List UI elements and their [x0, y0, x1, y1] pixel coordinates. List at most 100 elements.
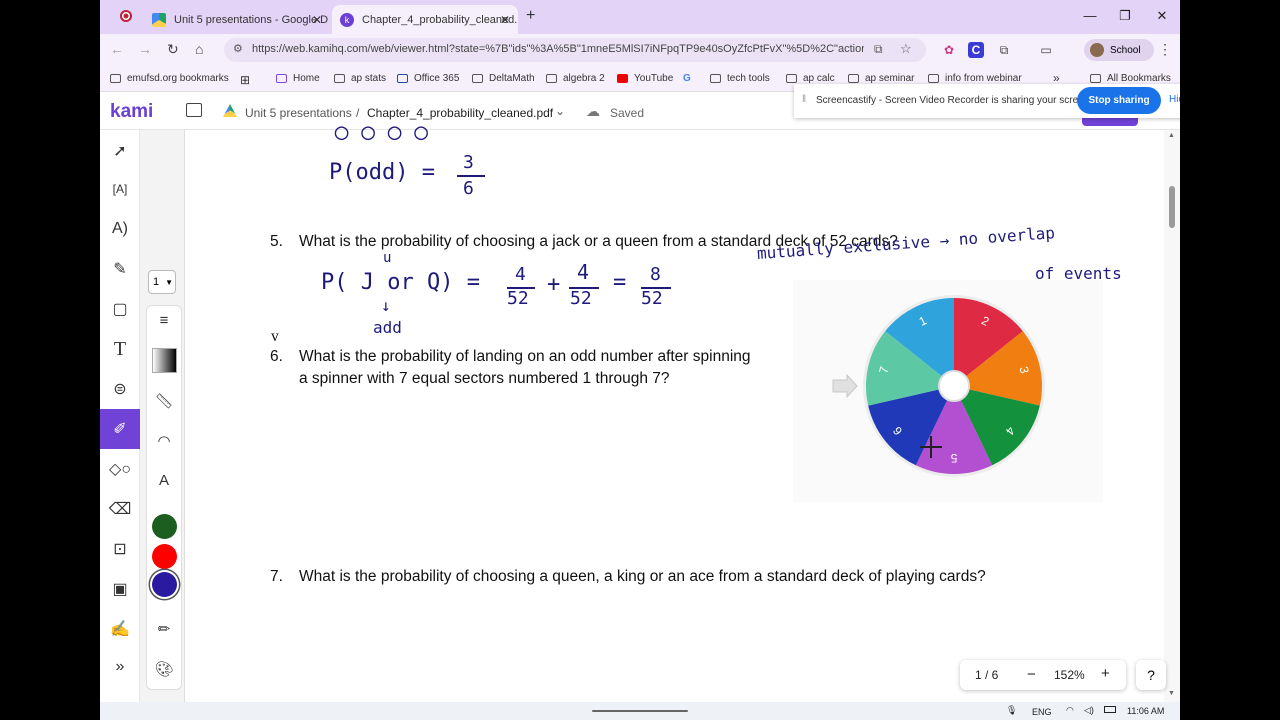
bookmark-emufsd[interactable]: emufsd.org bookmarks [110, 73, 229, 84]
home-icon[interactable]: ⌂ [195, 41, 203, 57]
handwriting-add: add [373, 318, 402, 337]
breadcrumb-folder[interactable]: Unit 5 presentations [245, 106, 352, 120]
equation-tool-icon[interactable]: ⊜ [100, 370, 140, 408]
close-tab-icon[interactable]: ✕ [312, 13, 322, 27]
screen-sharing-bar: ‖ Screencastify - Screen Video Recorder … [794, 84, 1180, 118]
read-aloud-tool-icon[interactable]: A) [100, 210, 140, 248]
fraction-3-numerator: 8 [650, 264, 661, 285]
volume-icon[interactable]: ◁) [1084, 705, 1094, 716]
tab-search-icon[interactable]: ▭ [1038, 42, 1054, 58]
spinner-svg: 1 234567 [832, 295, 1045, 477]
archive-icon[interactable] [186, 103, 202, 117]
highlighter-tool-icon[interactable]: ✎ [100, 250, 140, 288]
handwriting-p-j-or-q: P( J or Q) = [321, 270, 480, 295]
apps-grid-icon[interactable]: ⊞ [240, 73, 250, 87]
drag-handle-icon[interactable]: ‖ [802, 94, 806, 105]
deltamath-icon [472, 74, 483, 83]
zoom-out-button[interactable]: − [1027, 666, 1036, 683]
zoom-in-button[interactable]: + [1101, 665, 1110, 682]
stop-sharing-button[interactable]: Stop sharing [1077, 87, 1161, 114]
zoom-controls: 1 / 6 − 152% + [960, 660, 1126, 690]
select-tool-icon[interactable]: ➚ [100, 132, 140, 170]
expand-toolbar-icon[interactable]: » [100, 648, 140, 686]
dropdown-arrow-icon: ▼ [165, 278, 174, 287]
image-tool-icon[interactable]: ▣ [100, 570, 140, 608]
protractor-icon[interactable]: ◠ [147, 432, 181, 450]
chevron-down-icon[interactable]: ⌄ [555, 104, 565, 118]
site-info-icon[interactable]: ⚙ [233, 42, 243, 55]
bookmark-ap-stats[interactable]: ap stats [334, 73, 386, 84]
clock[interactable]: 11:06 AM [1127, 706, 1164, 716]
opacity-gradient-icon[interactable] [152, 348, 177, 373]
bookmark-algebra-2[interactable]: algebra 2 [546, 73, 605, 84]
extensions-puzzle-icon[interactable]: ⧉ [996, 42, 1012, 58]
bookmark-youtube[interactable]: YouTube [617, 73, 673, 84]
bookmark-tech-tools[interactable]: tech tools [710, 73, 770, 84]
scrollbar-thumb[interactable] [1169, 186, 1175, 228]
signature-tool-icon[interactable]: ✍ [100, 610, 140, 648]
profile-button[interactable]: School [1084, 39, 1154, 61]
pdf-page[interactable]: ◯ ◯ ◯ ◯ P(odd) = 3 6 5. What is the prob… [184, 120, 1164, 702]
reload-icon[interactable]: ↻ [167, 41, 179, 58]
spinner-image: 1234567 [793, 280, 1103, 502]
bookmark-ap-calc[interactable]: ap calc [786, 73, 835, 84]
bookmark-deltamath[interactable]: DeltaMath [472, 73, 535, 84]
bookmark-star-icon[interactable]: ☆ [900, 41, 912, 57]
new-tab-button[interactable]: + [526, 7, 535, 25]
extension-c-icon[interactable]: C [968, 42, 984, 58]
vertical-scrollbar[interactable]: ▲ ▼ [1164, 130, 1180, 702]
ruler-icon[interactable]: 📏︎ [147, 392, 181, 410]
address-bar[interactable]: ⚙ https://web.kamihq.com/web/viewer.html… [224, 38, 926, 62]
google-icon[interactable]: G [683, 73, 691, 84]
recording-icon[interactable] [120, 10, 132, 22]
lines-menu-icon[interactable]: ≡ [147, 312, 181, 329]
microphone-icon[interactable]: 🎙︎ [1006, 705, 1017, 716]
comment-tool-icon[interactable]: ▢ [100, 290, 140, 328]
pen-style-icon[interactable]: A [147, 472, 181, 489]
bookmark-info-webinar[interactable]: info from webinar [928, 73, 1022, 84]
red-color-swatch[interactable] [152, 544, 177, 569]
color-palette-icon[interactable]: 🎨︎ [147, 660, 181, 678]
kami-icon: k [340, 12, 354, 27]
green-color-swatch[interactable] [152, 514, 177, 539]
add-media-tool-icon[interactable]: ⊡ [100, 530, 140, 568]
scroll-up-icon[interactable]: ▲ [1168, 132, 1175, 139]
maximize-button[interactable]: ❐ [1115, 8, 1135, 24]
zoom-level[interactable]: 152% [1054, 668, 1085, 682]
tab-google-drive[interactable]: Unit 5 presentations - Google D ✕ [144, 5, 330, 34]
youtube-icon [617, 74, 628, 83]
file-name[interactable]: Chapter_4_probability_cleaned.pdf [367, 106, 553, 120]
language-indicator[interactable]: ENG [1032, 707, 1052, 717]
eraser-tool-icon[interactable]: ⌫ [100, 490, 140, 528]
tab-strip: Unit 5 presentations - Google D ✕ k Chap… [100, 0, 1180, 34]
bookmarks-overflow-icon[interactable]: » [1053, 71, 1060, 85]
forward-icon[interactable]: → [138, 41, 152, 57]
page-select[interactable]: 1 ▼ [148, 270, 176, 294]
drawing-tool-icon[interactable]: ✐ [100, 409, 140, 449]
scroll-down-icon[interactable]: ▼ [1168, 690, 1175, 697]
hide-button[interactable]: Hide [1169, 94, 1180, 105]
close-window-button[interactable]: ✕ [1152, 8, 1172, 24]
install-app-icon[interactable]: ⧉ [874, 42, 883, 57]
shapes-tool-icon[interactable]: ◇○ [100, 450, 140, 488]
back-icon[interactable]: ← [110, 41, 124, 57]
custom-pen-icon[interactable]: ✏ [147, 620, 181, 638]
minimize-button[interactable]: — [1080, 8, 1100, 23]
indigo-color-swatch[interactable] [152, 572, 177, 597]
bookmark-ap-seminar[interactable]: ap seminar [848, 73, 914, 84]
all-bookmarks[interactable]: All Bookmarks [1090, 73, 1171, 84]
help-button[interactable]: ? [1136, 660, 1166, 690]
screencastify-extension-icon[interactable]: ✿ [941, 42, 957, 58]
close-tab-icon[interactable]: ✕ [500, 13, 510, 27]
bookmark-home[interactable]: Home [276, 73, 320, 84]
kami-logo[interactable]: kami [110, 101, 153, 123]
battery-icon[interactable] [1104, 706, 1116, 713]
text-select-tool-icon[interactable]: [A] [100, 170, 140, 208]
browser-toolbar: ← → ↻ ⌂ ⚙ https://web.kamihq.com/web/vie… [100, 34, 1180, 66]
handwriting-equals: = [613, 270, 627, 295]
tab-kami[interactable]: k Chapter_4_probability_cleaned. ✕ [332, 5, 518, 34]
text-tool-icon[interactable]: T [100, 330, 140, 368]
wifi-icon[interactable]: ◠ [1066, 705, 1074, 716]
bookmark-office-365[interactable]: Office 365 [397, 73, 459, 84]
menu-kebab-icon[interactable]: ⋮ [1158, 41, 1172, 58]
